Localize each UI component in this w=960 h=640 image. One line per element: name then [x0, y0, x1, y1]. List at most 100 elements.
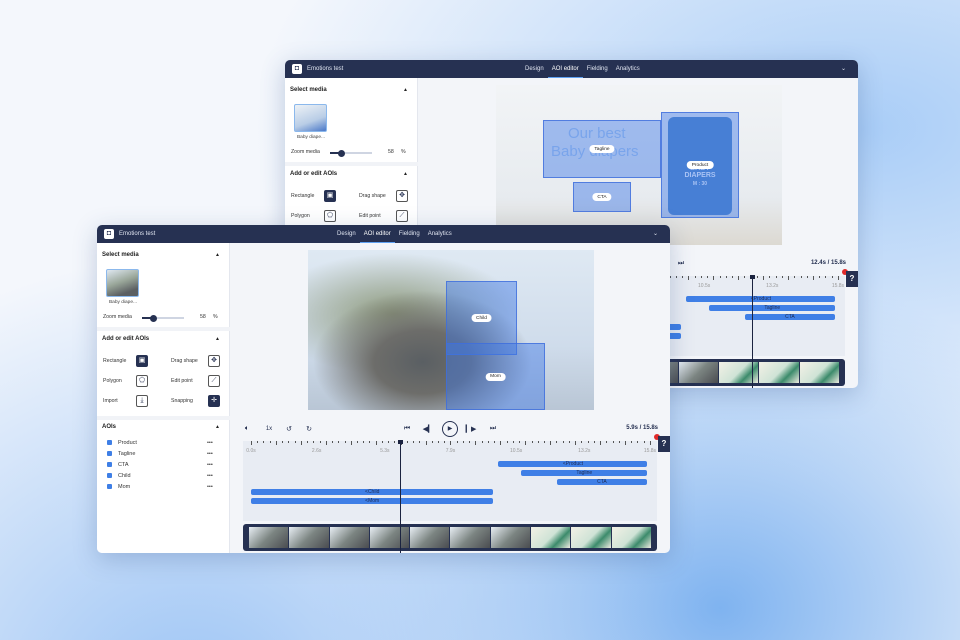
slider-handle[interactable] — [150, 314, 158, 322]
more-options-icon[interactable]: ••• — [207, 484, 213, 490]
app-header: ◘ Emotions test Design AOI editor Fielding An… — [97, 225, 670, 243]
aoi-tools-heading: Add or edit AOIs — [102, 336, 150, 342]
polygon-icon[interactable]: ⬠ — [136, 375, 148, 387]
collapse-caret-icon[interactable]: ▲ — [403, 171, 408, 177]
tick-label: 13.2s — [578, 448, 591, 454]
collapse-caret-icon[interactable]: ▲ — [403, 87, 408, 93]
playhead[interactable] — [397, 440, 403, 553]
chevron-down-icon[interactable]: ⌄ — [841, 65, 846, 72]
tab-aoi-editor[interactable]: AOI editor — [359, 225, 395, 243]
aoi-label: Child — [471, 314, 492, 322]
collapse-caret-icon[interactable]: ▲ — [215, 424, 220, 430]
forward-icon[interactable]: ↻ — [306, 425, 312, 433]
zoom-slider[interactable] — [142, 314, 184, 322]
tick — [738, 276, 739, 280]
tab-fielding[interactable]: Fielding — [395, 225, 424, 243]
aoi-list-item[interactable]: Tagline ••• — [107, 451, 213, 457]
tick — [543, 441, 545, 443]
tab-analytics[interactable]: Analytics — [612, 60, 644, 78]
checkbox[interactable] — [107, 473, 112, 478]
move-icon[interactable]: ✥ — [208, 355, 220, 367]
tick — [419, 441, 420, 443]
timeline-bar[interactable]: <Product — [498, 461, 648, 467]
polygon-icon[interactable]: ⬠ — [324, 210, 336, 222]
slider-handle[interactable] — [338, 149, 346, 157]
skip-end-icon[interactable]: ⏭︎ — [678, 260, 684, 268]
volume-icon[interactable]: 🔈︎ — [245, 425, 249, 433]
import-icon[interactable]: ⤓ — [136, 395, 148, 407]
time-readout: 12.4s / 15.8s — [810, 260, 846, 266]
tick-label: 2.6s — [311, 448, 322, 454]
tick — [775, 276, 777, 278]
tick-label: 15.8s — [643, 448, 657, 454]
timeline-bar[interactable]: CTA — [556, 479, 648, 485]
checkbox[interactable] — [107, 440, 112, 445]
rectangle-icon[interactable]: ▣ — [136, 355, 148, 367]
tick — [494, 441, 495, 443]
aoi-list-item[interactable]: Product ••• — [107, 440, 213, 446]
playhead[interactable] — [750, 275, 756, 388]
tab-fielding[interactable]: Fielding — [583, 60, 612, 78]
tick — [481, 441, 483, 443]
tab-design[interactable]: Design — [333, 225, 360, 243]
tick — [581, 441, 582, 443]
media-thumbnail[interactable] — [294, 104, 327, 132]
tick — [531, 441, 533, 443]
speed-button[interactable]: 1x — [266, 426, 272, 432]
timeline[interactable]: 0.0s 2.6s 5.3s 7.9s 10.5s 13.2s 15.8s <Product T… — [243, 441, 657, 521]
timeline-bar[interactable]: <Mom — [251, 498, 494, 504]
rectangle-icon[interactable]: ▣ — [324, 190, 336, 202]
tab-analytics[interactable]: Analytics — [424, 225, 456, 243]
edit-point-icon[interactable]: ⟋ — [208, 375, 220, 387]
aoi-label: Product — [686, 161, 714, 169]
rewind-icon[interactable]: ↺ — [286, 425, 292, 433]
divider — [97, 327, 230, 331]
help-button[interactable]: ? — [846, 271, 858, 287]
collapse-caret-icon[interactable]: ▲ — [215, 252, 220, 258]
snapping-icon[interactable]: ✛ — [208, 395, 220, 407]
tab-design[interactable]: Design — [521, 60, 548, 78]
timeline-bar[interactable]: <Child — [251, 489, 494, 495]
media-thumbnail[interactable] — [106, 269, 139, 297]
checkbox[interactable] — [107, 462, 112, 467]
more-options-icon[interactable]: ••• — [207, 451, 213, 457]
chevron-down-icon[interactable]: ⌄ — [653, 230, 658, 237]
checkbox[interactable] — [107, 484, 112, 489]
select-media-heading: Select media — [102, 252, 139, 258]
aoi-list-item[interactable]: Mom ••• — [107, 484, 213, 490]
app-title: Emotions test — [307, 66, 344, 72]
aoi-list-item[interactable]: CTA ••• — [107, 462, 213, 468]
step-forward-icon[interactable]: ▎▶ — [466, 425, 477, 433]
tick — [744, 276, 746, 278]
more-options-icon[interactable]: ••• — [207, 462, 213, 468]
checkbox[interactable] — [107, 451, 112, 456]
tab-aoi-editor[interactable]: AOI editor — [547, 60, 583, 78]
edit-point-icon[interactable]: ⟋ — [396, 210, 408, 222]
timeline-bar[interactable]: Tagline — [521, 470, 648, 476]
more-options-icon[interactable]: ••• — [207, 473, 213, 479]
film-frame — [531, 527, 571, 548]
step-back-icon[interactable]: ◀▎ — [423, 425, 434, 433]
film-frame — [410, 527, 450, 548]
more-options-icon[interactable]: ••• — [207, 440, 213, 446]
move-icon[interactable]: ✥ — [396, 190, 408, 202]
aoi-list-item[interactable]: Child ••• — [107, 473, 213, 479]
skip-end-icon[interactable]: ⏭︎ — [490, 425, 496, 433]
film-frame — [611, 527, 651, 548]
timeline-bar[interactable]: Tagline — [709, 305, 836, 311]
app-logo-icon: ◘ — [292, 64, 302, 74]
skip-start-icon[interactable]: ⏮︎ — [404, 425, 410, 433]
tick — [707, 276, 708, 278]
play-button[interactable]: ▶ — [442, 421, 458, 437]
timeline-bar[interactable]: CTA — [744, 314, 836, 320]
filmstrip[interactable] — [243, 524, 657, 551]
zoom-slider[interactable] — [330, 149, 372, 157]
help-button[interactable]: ? — [658, 436, 670, 452]
tick — [275, 441, 277, 445]
collapse-caret-icon[interactable]: ▲ — [215, 336, 220, 342]
media-thumbnail-label: Baby diape... — [296, 135, 325, 140]
aoi-name: Child — [118, 473, 131, 479]
tick — [831, 276, 833, 278]
aoi-label: Tagline — [589, 145, 615, 153]
timeline-bar[interactable]: <Product — [686, 296, 836, 302]
